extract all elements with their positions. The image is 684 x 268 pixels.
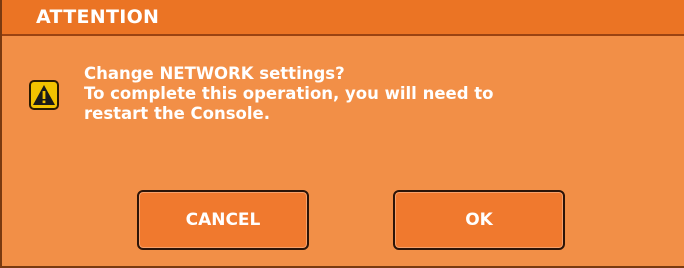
message-line-3: restart the Console. <box>84 104 270 123</box>
dialog-message: Change NETWORK settings? To complete thi… <box>84 64 493 124</box>
cancel-button[interactable]: CANCEL <box>137 190 309 250</box>
ok-button[interactable]: OK <box>393 190 565 250</box>
dialog-title: ATTENTION <box>36 6 160 28</box>
dialog-title-bar: ATTENTION <box>2 0 684 36</box>
warning-triangle-icon <box>29 80 59 110</box>
message-line-1: Change NETWORK settings? <box>84 64 345 83</box>
attention-dialog: ATTENTION Change NETWORK settings? To co… <box>0 0 684 268</box>
message-line-2: To complete this operation, you will nee… <box>84 84 494 103</box>
